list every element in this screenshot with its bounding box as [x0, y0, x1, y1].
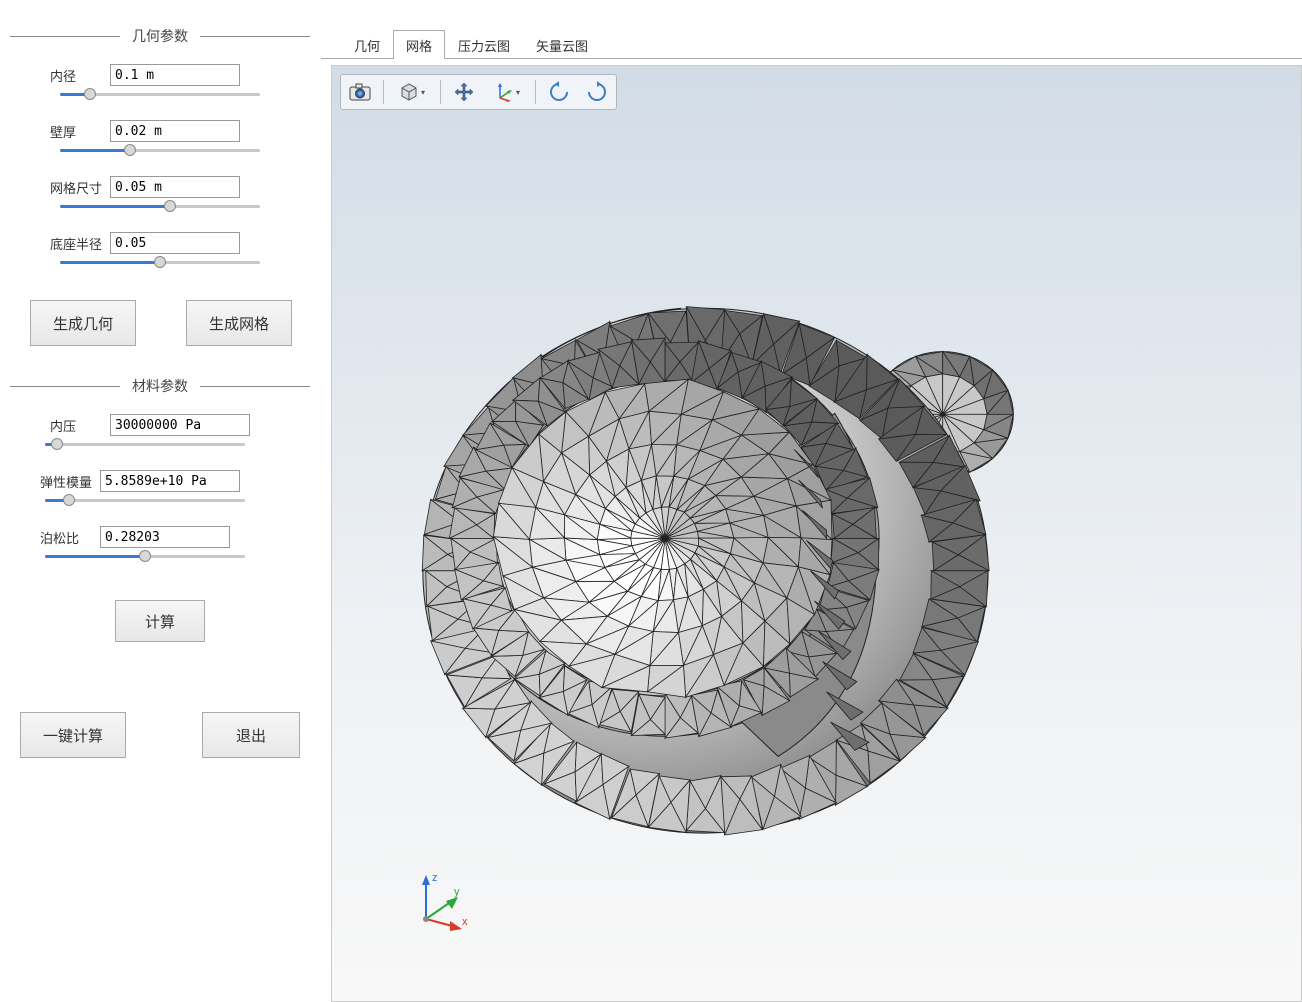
- base-radius-slider[interactable]: [60, 256, 260, 270]
- param-wall-thickness: 壁厚: [50, 120, 310, 142]
- inner-radius-label: 内径: [50, 66, 110, 85]
- poisson-ratio-label: 泊松比: [40, 528, 100, 547]
- wall-thickness-slider[interactable]: [60, 144, 260, 158]
- bottom-buttons: 一键计算 退出: [20, 712, 300, 758]
- material-section-header: 材料参数: [10, 376, 310, 396]
- pressure-label: 内压: [50, 416, 110, 435]
- compute-row: 计算: [10, 600, 310, 642]
- elastic-modulus-input[interactable]: [100, 470, 240, 492]
- axis-z-label: z: [432, 872, 438, 884]
- geometry-buttons: 生成几何 生成网格: [30, 300, 310, 346]
- one-click-compute-button[interactable]: 一键计算: [20, 712, 126, 758]
- poisson-ratio-input[interactable]: [100, 526, 230, 548]
- pressure-slider[interactable]: [45, 438, 245, 452]
- mesh-model: [332, 66, 1301, 995]
- mesh-size-slider[interactable]: [60, 200, 260, 214]
- generate-mesh-button[interactable]: 生成网格: [186, 300, 292, 346]
- tabs: 几何 网格 压力云图 矢量云图: [321, 0, 1302, 59]
- param-pressure: 内压: [50, 414, 310, 436]
- tab-mesh[interactable]: 网格: [393, 30, 445, 59]
- base-radius-input[interactable]: [110, 232, 240, 254]
- axis-y-label: y: [454, 886, 460, 898]
- inner-radius-input[interactable]: [110, 64, 240, 86]
- mesh-size-input[interactable]: [110, 176, 240, 198]
- param-base-radius: 底座半径: [50, 232, 310, 254]
- wall-thickness-label: 壁厚: [50, 122, 110, 141]
- axis-x-label: x: [462, 916, 468, 928]
- viewer-3d[interactable]: ▾ ▾: [331, 65, 1302, 1002]
- base-radius-label: 底座半径: [50, 234, 110, 253]
- param-elastic-modulus: 弹性模量: [40, 470, 310, 492]
- axis-gizmo: z y x: [412, 871, 472, 931]
- geometry-section-title: 几何参数: [120, 26, 200, 46]
- tab-pressure-contour[interactable]: 压力云图: [445, 30, 523, 59]
- elastic-modulus-slider[interactable]: [45, 494, 245, 508]
- tab-geometry[interactable]: 几何: [341, 30, 393, 59]
- geometry-section-header: 几何参数: [10, 26, 310, 46]
- generate-geometry-button[interactable]: 生成几何: [30, 300, 136, 346]
- param-poisson-ratio: 泊松比: [40, 526, 310, 548]
- elastic-modulus-label: 弹性模量: [40, 472, 100, 491]
- pressure-input[interactable]: [110, 414, 250, 436]
- wall-thickness-input[interactable]: [110, 120, 240, 142]
- exit-button[interactable]: 退出: [202, 712, 300, 758]
- main-area: 几何 网格 压力云图 矢量云图 ▾: [320, 0, 1302, 1002]
- inner-radius-slider[interactable]: [60, 88, 260, 102]
- param-inner-radius: 内径: [50, 64, 310, 86]
- tab-vector-contour[interactable]: 矢量云图: [523, 30, 601, 59]
- sidebar: 几何参数 内径 壁厚 网格尺寸 底座半径 生成几何 生成网格 材料参数 内压: [0, 0, 320, 1002]
- compute-button[interactable]: 计算: [115, 600, 205, 642]
- material-section-title: 材料参数: [120, 376, 200, 396]
- poisson-ratio-slider[interactable]: [45, 550, 245, 564]
- mesh-size-label: 网格尺寸: [50, 178, 110, 197]
- param-mesh-size: 网格尺寸: [50, 176, 310, 198]
